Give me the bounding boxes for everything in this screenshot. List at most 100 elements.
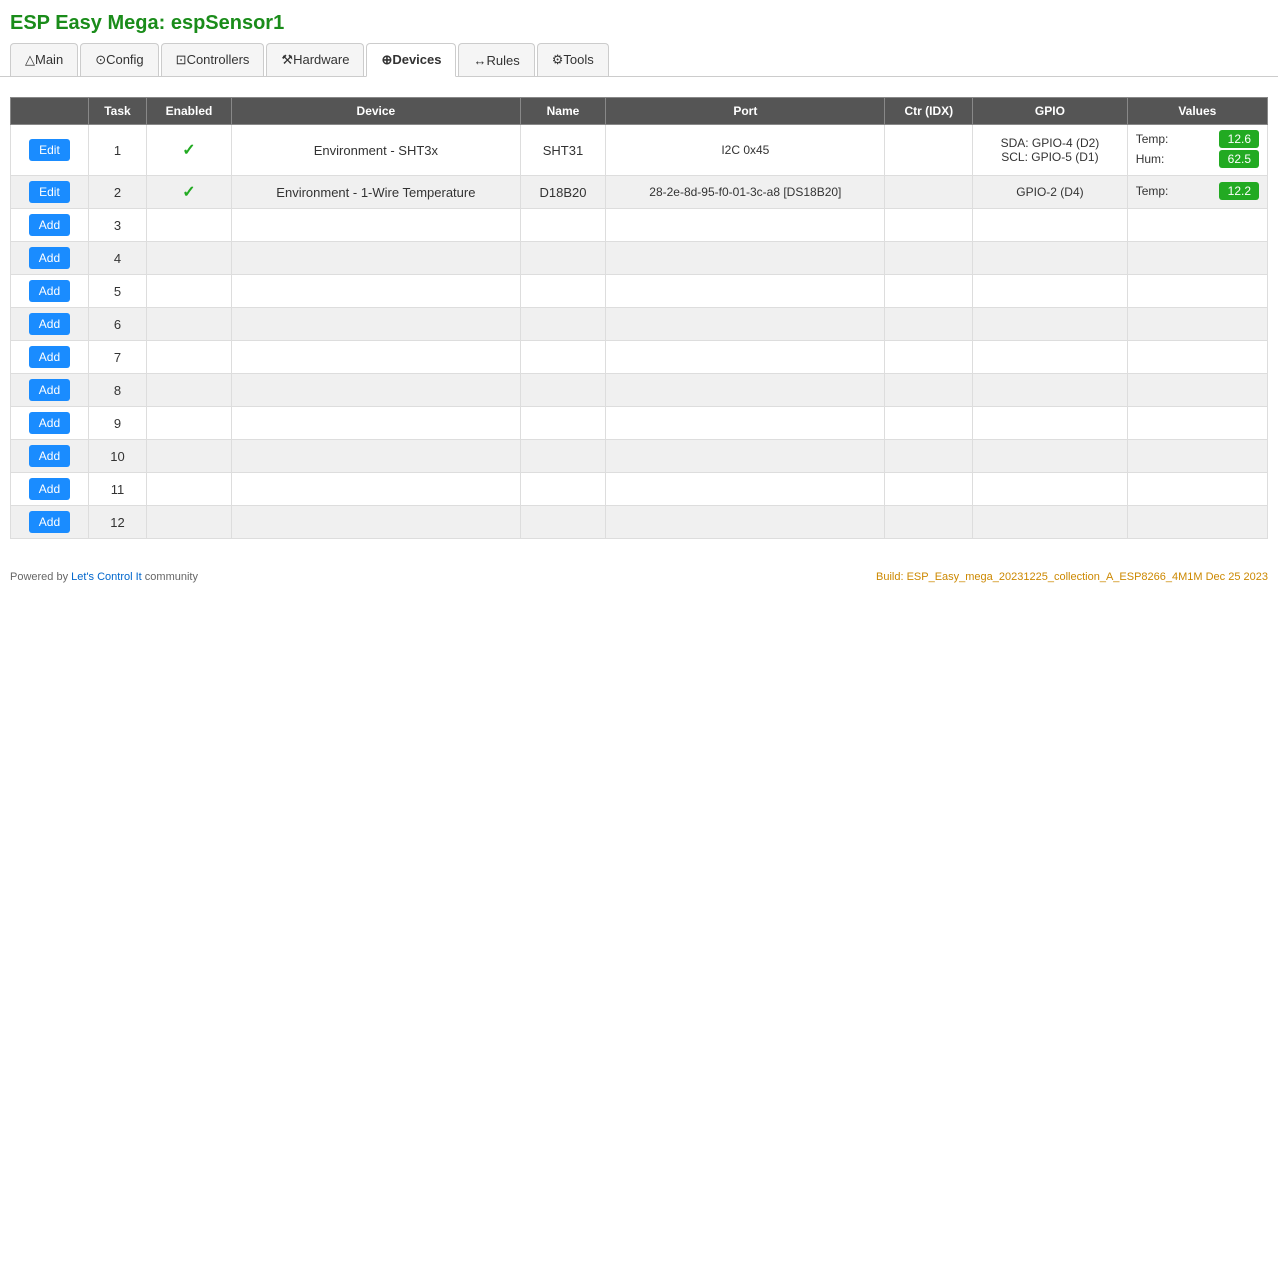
name-cell (520, 275, 605, 308)
values-cell: Temp: 12.2 (1127, 176, 1267, 209)
action-cell: Add (11, 440, 89, 473)
action-cell: Add (11, 473, 89, 506)
add-button[interactable]: Add (29, 445, 70, 467)
action-cell: Add (11, 341, 89, 374)
gpio-cell (973, 341, 1128, 374)
values-cell: Temp:12.6Hum:62.5 (1127, 125, 1267, 176)
table-row: Add 10 (11, 440, 1268, 473)
task-number: 1 (88, 125, 146, 176)
ctr-idx-cell (885, 176, 973, 209)
add-button[interactable]: Add (29, 412, 70, 434)
device-cell (232, 341, 521, 374)
table-header: Task Enabled Device Name Port Ctr (IDX) … (11, 98, 1268, 125)
value-row: Temp:12.6 (1136, 130, 1259, 148)
enabled-cell (146, 275, 231, 308)
table-row: Add6 (11, 308, 1268, 341)
footer: Powered by Let's Control It community Bu… (0, 559, 1278, 595)
table-row: Edit2✓Environment - 1-Wire TemperatureD1… (11, 176, 1268, 209)
table-row: Add7 (11, 341, 1268, 374)
powered-by-text: Powered by (10, 571, 71, 583)
enabled-cell (146, 374, 231, 407)
task-number: 11 (88, 473, 146, 506)
devices-table: Task Enabled Device Name Port Ctr (IDX) … (10, 97, 1268, 539)
add-button[interactable]: Add (29, 478, 70, 500)
task-number: 4 (88, 242, 146, 275)
nav-tab-rules[interactable]: ↔Rules (458, 43, 534, 76)
values-cell (1127, 473, 1267, 506)
name-cell (520, 374, 605, 407)
port-cell (606, 473, 885, 506)
gpio-cell (973, 242, 1128, 275)
task-number: 8 (88, 374, 146, 407)
gpio-cell (973, 506, 1128, 539)
device-cell: Environment - SHT3x (232, 125, 521, 176)
col-gpio: GPIO (973, 98, 1128, 125)
values-cell (1127, 506, 1267, 539)
action-cell: Add (11, 506, 89, 539)
name-cell (520, 407, 605, 440)
task-number: 9 (88, 407, 146, 440)
footer-right: Build: ESP_Easy_mega_20231225_collection… (876, 571, 1268, 583)
device-cell (232, 506, 521, 539)
edit-button[interactable]: Edit (29, 181, 70, 203)
add-button[interactable]: Add (29, 511, 70, 533)
ctr-idx-cell (885, 242, 973, 275)
action-cell: Edit (11, 125, 89, 176)
port-cell (606, 407, 885, 440)
ctr-idx-cell (885, 308, 973, 341)
add-button[interactable]: Add (29, 346, 70, 368)
table-row: Add12 (11, 506, 1268, 539)
port-cell (606, 341, 885, 374)
col-port: Port (606, 98, 885, 125)
gpio-cell: GPIO-2 (D4) (973, 176, 1128, 209)
value-badge: 12.2 (1219, 182, 1259, 200)
device-cell (232, 407, 521, 440)
gpio-cell (973, 275, 1128, 308)
action-cell: Edit (11, 176, 89, 209)
nav-tab-main[interactable]: △Main (10, 43, 78, 76)
enabled-cell: ✓ (146, 125, 231, 176)
add-button[interactable]: Add (29, 313, 70, 335)
nav-tab-devices[interactable]: ⊕Devices (366, 43, 456, 77)
community-text: community (142, 571, 198, 583)
port-cell (606, 308, 885, 341)
col-action (11, 98, 89, 125)
table-row: Add 11 (11, 473, 1268, 506)
main-content: Task Enabled Device Name Port Ctr (IDX) … (0, 77, 1278, 549)
add-button[interactable]: Add (29, 247, 70, 269)
enabled-cell (146, 506, 231, 539)
add-button[interactable]: Add (29, 379, 70, 401)
device-cell (232, 374, 521, 407)
value-label: Temp: (1136, 184, 1176, 198)
add-button[interactable]: Add (29, 214, 70, 236)
footer-left: Powered by Let's Control It community (10, 571, 198, 583)
gpio-cell (973, 308, 1128, 341)
enabled-cell (146, 440, 231, 473)
col-values: Values (1127, 98, 1267, 125)
values-cell (1127, 275, 1267, 308)
device-cell (232, 242, 521, 275)
ctr-idx-cell (885, 506, 973, 539)
nav-tab-hardware[interactable]: ⚒Hardware (266, 43, 364, 76)
lets-control-it-link[interactable]: Let's Control It (71, 571, 142, 583)
task-number: 2 (88, 176, 146, 209)
values-cell (1127, 374, 1267, 407)
name-cell (520, 440, 605, 473)
col-name: Name (520, 98, 605, 125)
col-ctr-idx: Ctr (IDX) (885, 98, 973, 125)
nav-tab-tools[interactable]: ⚙Tools (537, 43, 609, 76)
name-cell (520, 209, 605, 242)
task-number: 10 (88, 440, 146, 473)
task-number: 3 (88, 209, 146, 242)
add-button[interactable]: Add (29, 280, 70, 302)
name-cell (520, 473, 605, 506)
values-cell (1127, 242, 1267, 275)
table-row: Add 3 (11, 209, 1268, 242)
ctr-idx-cell (885, 275, 973, 308)
nav-tab-controllers[interactable]: ⊡Controllers (161, 43, 265, 76)
value-badge: 62.5 (1219, 150, 1259, 168)
action-cell: Add (11, 242, 89, 275)
page-title: ESP Easy Mega: espSensor1 (0, 0, 1278, 43)
nav-tab-config[interactable]: ⊙Config (80, 43, 158, 76)
edit-button[interactable]: Edit (29, 139, 70, 161)
